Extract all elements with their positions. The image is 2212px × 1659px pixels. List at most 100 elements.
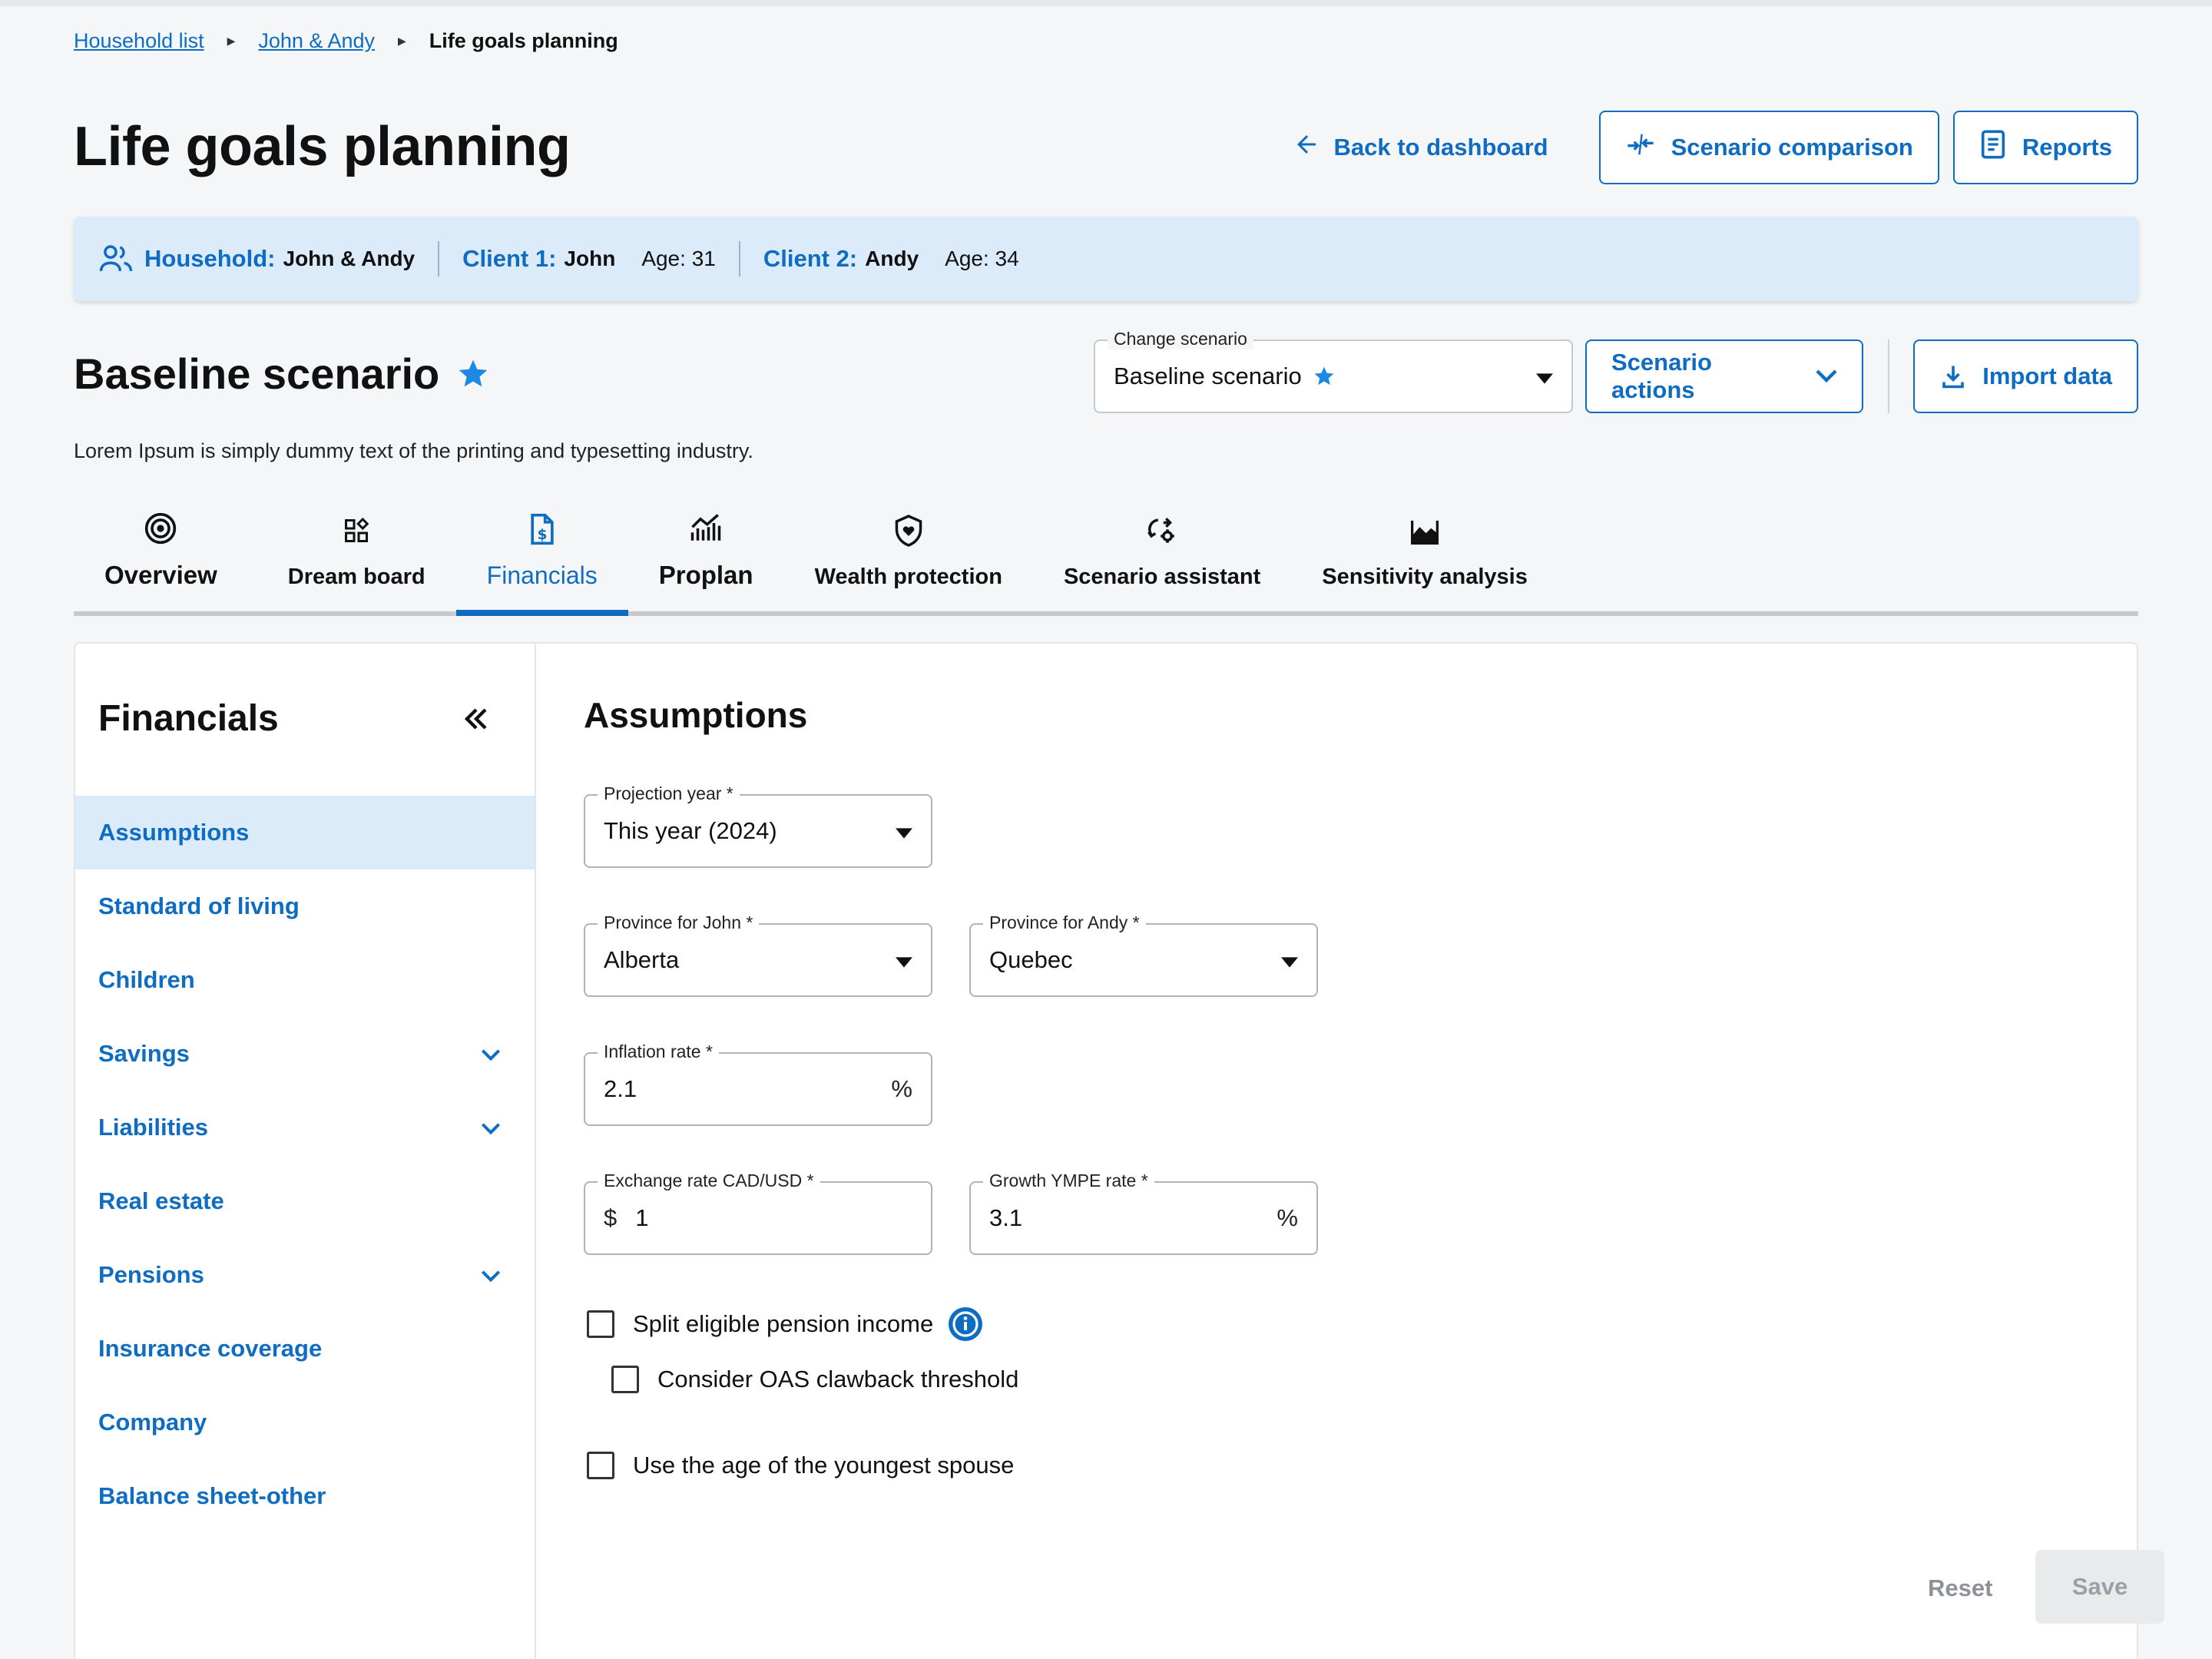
collapse-sidebar-icon[interactable] [462,707,490,735]
section-title: Assumptions [584,695,808,735]
sidebar-item-children[interactable]: Children [75,943,535,1017]
inflation-rate-field[interactable]: Inflation rate * 2.1 % [584,1041,932,1126]
tab-financials[interactable]: $ Financials [455,507,628,616]
growth-ympe-rate-field[interactable]: Growth YMPE rate * 3.1 % [969,1171,1318,1255]
chevron-down-icon[interactable] [481,1261,501,1289]
sidebar-item-savings[interactable]: Savings [75,1017,535,1091]
caret-down-icon [1281,946,1298,974]
field-value: This year (2024) [604,817,777,844]
chevron-down-icon[interactable] [481,1114,501,1141]
save-button[interactable]: Save [2035,1550,2164,1624]
main-tabs: Overview Dream board $ Financials Propla… [74,507,2138,616]
breadcrumb-household-list[interactable]: Household list [74,29,204,53]
tab-label: Wealth protection [814,565,1002,589]
arrow-left-icon [1293,131,1320,164]
reports-button[interactable]: Reports [1952,111,2138,184]
split-pension-checkbox[interactable] [587,1310,614,1338]
caret-down-icon [1536,363,1553,390]
change-scenario-select[interactable]: Change scenario Baseline scenario [1094,329,1573,413]
sidebar-item-liabilities[interactable]: Liabilities [75,1091,535,1164]
breadcrumb-separator-icon: ▶ [227,35,236,47]
financials-panel: Financials Assumptions Standard of livin… [74,642,2164,1659]
scenario-comparison-button[interactable]: Scenario comparison [1598,111,1939,184]
sidebar-item-label: Company [98,1409,207,1435]
save-label: Save [2071,1573,2128,1600]
sidebar-item-standard-of-living[interactable]: Standard of living [75,869,535,943]
scenario-title-text: Baseline scenario [74,349,440,398]
report-document-icon [1979,129,2007,166]
tab-scenario-assistant[interactable]: Scenario assistant [1033,507,1291,611]
tab-sensitivity-analysis[interactable]: Sensitivity analysis [1291,507,1558,611]
tab-label: Sensitivity analysis [1322,565,1528,589]
chevron-down-icon [1816,369,1837,383]
sidebar-item-label: Children [98,966,195,993]
sidebar-item-real-estate[interactable]: Real estate [75,1164,535,1238]
widgets-icon [343,508,370,554]
tab-proplan[interactable]: Proplan [628,507,784,611]
projection-year-select[interactable]: Projection year * This year (2024) [584,783,932,868]
selected-scenario-text: Baseline scenario [1114,363,1302,389]
area-chart-icon [1409,508,1440,554]
tab-label: Dream board [287,565,426,589]
info-icon[interactable] [947,1306,984,1343]
scenario-gear-icon [1146,508,1178,554]
household-divider [738,241,740,276]
star-icon [456,357,490,391]
field-label: Projection year * [598,783,740,804]
client2-age: Age: 34 [945,247,1019,270]
breadcrumb-separator-icon: ▶ [398,35,406,47]
import-data-button[interactable]: Import data [1913,339,2138,413]
field-label: Province for John * [598,912,760,933]
oas-clawback-checkbox[interactable] [611,1366,639,1393]
tab-wealth-protection[interactable]: Wealth protection [784,507,1033,611]
selected-scenario: Baseline scenario [1114,363,1336,390]
youngest-spouse-checkbox[interactable] [587,1452,614,1479]
caret-down-icon [896,946,912,974]
exchange-rate-field[interactable]: Exchange rate CAD/USD * $ 1 [584,1171,932,1255]
youngest-spouse-label: Use the age of the youngest spouse [633,1452,1015,1479]
field-value: Alberta [604,946,680,973]
field-label: Inflation rate * [598,1041,719,1062]
province-john-select[interactable]: Province for John * Alberta [584,912,932,997]
tab-overview[interactable]: Overview [74,507,257,611]
chevron-down-icon[interactable] [481,1040,501,1068]
household-name: John & Andy [283,247,416,270]
household-bar: Household: John & Andy Client 1: John Ag… [74,217,2138,301]
sidebar-item-label: Balance sheet-other [98,1482,326,1509]
sidebar-item-balance-sheet-other[interactable]: Balance sheet-other [75,1459,535,1533]
scenario-actions-button[interactable]: Scenario actions [1585,339,1863,413]
client2-label: Client 2: [763,245,858,272]
tab-label: Overview [104,561,217,589]
sidebar-item-label: Real estate [98,1187,224,1214]
field-value: 1 [635,1204,649,1231]
document-dollar-icon: $ [527,507,558,551]
assumptions-form: Assumptions Projection year * This year … [536,644,2164,1659]
scenario-actions-label: Scenario actions [1611,349,1712,403]
tab-label: Financials [486,561,598,589]
back-to-dashboard-button[interactable]: Back to dashboard [1293,131,1585,164]
breadcrumb-household[interactable]: John & Andy [258,29,375,53]
client1-name: John [564,247,616,270]
sidebar-item-company[interactable]: Company [75,1386,535,1459]
tab-dream-board[interactable]: Dream board [257,507,456,611]
field-label: Province for Andy * [983,912,1146,933]
reset-button[interactable]: Reset [1928,1575,1992,1602]
sidebar-item-label: Savings [98,1040,190,1067]
compare-arrows-icon [1625,129,1656,166]
breadcrumb-current: Life goals planning [429,29,618,52]
tab-label: Proplan [658,561,753,589]
page-title: Life goals planning [74,116,571,177]
province-andy-select[interactable]: Province for Andy * Quebec [969,912,1318,997]
sidebar-item-label: Liabilities [98,1114,208,1141]
sidebar-title: Financials [98,698,279,739]
people-icon [98,243,134,274]
target-icon [144,507,177,550]
reports-label: Reports [2022,134,2112,161]
client2-name: Andy [865,247,919,270]
sidebar-item-insurance-coverage[interactable]: Insurance coverage [75,1312,535,1386]
sidebar-item-pensions[interactable]: Pensions [75,1238,535,1312]
scenario-comparison-label: Scenario comparison [1671,134,1913,161]
split-pension-label: Split eligible pension income [633,1310,934,1337]
field-label: Exchange rate CAD/USD * [598,1171,820,1191]
sidebar-item-assumptions[interactable]: Assumptions [75,796,535,869]
